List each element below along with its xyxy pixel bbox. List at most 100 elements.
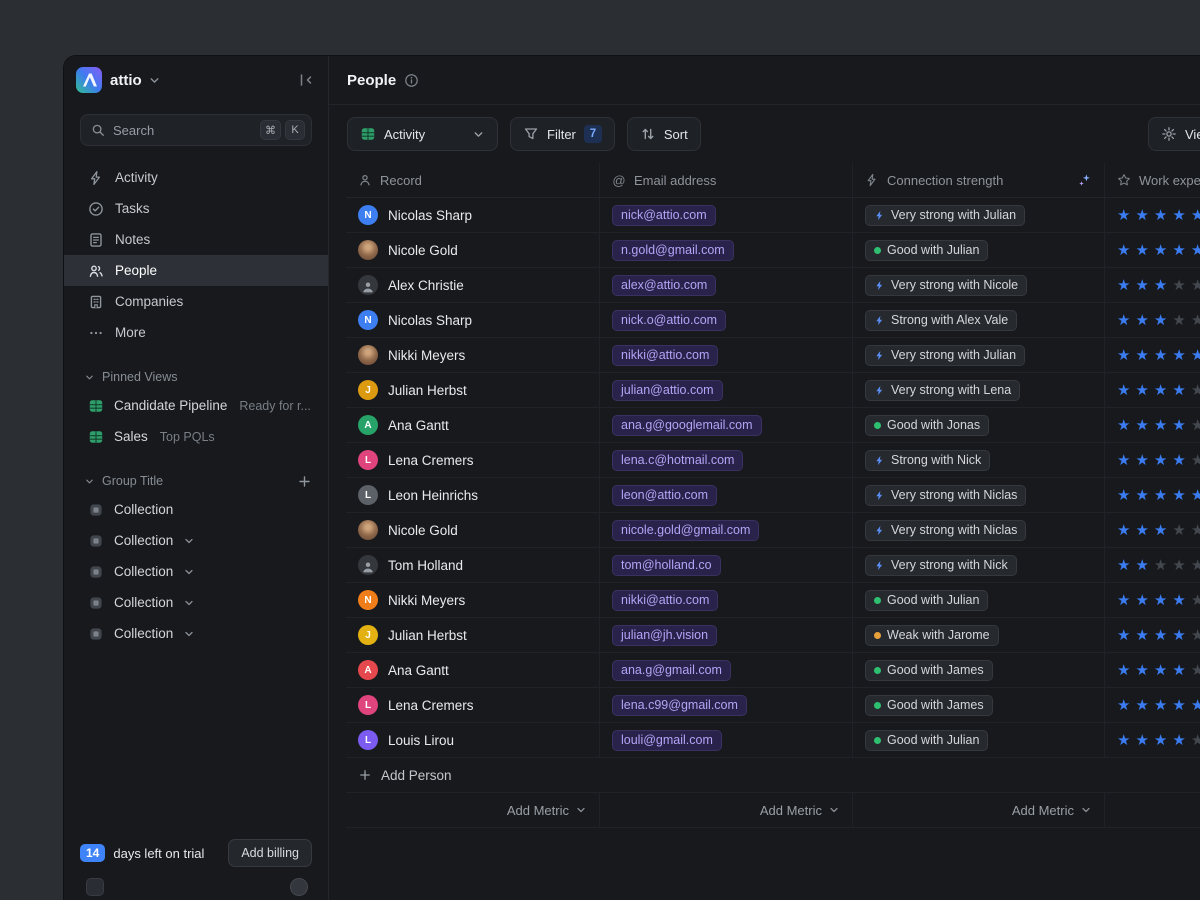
email-cell[interactable]: ana.g@googlemail.com <box>600 408 853 443</box>
email-pill[interactable]: nick@attio.com <box>612 205 716 226</box>
column-header-email[interactable]: @Email address <box>600 163 853 198</box>
connection-pill[interactable]: Good with James <box>865 695 993 716</box>
work-experience-cell[interactable]: ★★★★★ <box>1105 338 1200 373</box>
column-header-connection[interactable]: Connection strength <box>853 163 1105 198</box>
workspace-switcher[interactable]: attio <box>110 72 161 89</box>
sidebar-view-item[interactable]: Collection <box>64 525 328 556</box>
record-cell[interactable]: JJulian Herbst <box>346 618 600 653</box>
email-pill[interactable]: tom@holland.co <box>612 555 721 576</box>
record-cell[interactable]: NNikki Meyers <box>346 583 600 618</box>
sidebar-view-item[interactable]: Collection <box>64 587 328 618</box>
connection-cell[interactable]: Very strong with Julian <box>853 338 1105 373</box>
connection-cell[interactable]: Good with Julian <box>853 723 1105 758</box>
record-cell[interactable]: NNicolas Sharp <box>346 303 600 338</box>
email-pill[interactable]: leon@attio.com <box>612 485 717 506</box>
connection-pill[interactable]: Good with Julian <box>865 240 988 261</box>
email-pill[interactable]: nikki@attio.com <box>612 590 718 611</box>
record-cell[interactable]: LLeon Heinrichs <box>346 478 600 513</box>
add-metric-cell[interactable]: Add Metric <box>346 793 600 828</box>
section-toggle[interactable]: Pinned Views <box>84 370 178 384</box>
chevron-down-icon[interactable] <box>183 597 195 609</box>
connection-pill[interactable]: Very strong with Julian <box>865 345 1025 366</box>
work-experience-cell[interactable]: ★★★★★ <box>1105 583 1200 618</box>
record-cell[interactable]: LLouis Lirou <box>346 723 600 758</box>
work-experience-cell[interactable]: ★★★★★ <box>1105 618 1200 653</box>
sidebar-item-notes[interactable]: Notes <box>64 224 328 255</box>
connection-cell[interactable]: Very strong with Julian <box>853 198 1105 233</box>
connection-cell[interactable]: Very strong with Lena <box>853 373 1105 408</box>
collapse-sidebar-icon[interactable] <box>298 72 314 88</box>
email-pill[interactable]: nick.o@attio.com <box>612 310 726 331</box>
connection-pill[interactable]: Very strong with Niclas <box>865 520 1026 541</box>
record-cell[interactable]: AAna Gantt <box>346 408 600 443</box>
email-pill[interactable]: n.gold@gmail.com <box>612 240 734 261</box>
connection-cell[interactable]: Strong with Nick <box>853 443 1105 478</box>
email-pill[interactable]: alex@attio.com <box>612 275 716 296</box>
add-metric-cell[interactable]: Add Metric <box>600 793 853 828</box>
work-experience-cell[interactable]: ★★★★★ <box>1105 268 1200 303</box>
connection-pill[interactable]: Very strong with Nicole <box>865 275 1027 296</box>
connection-cell[interactable]: Strong with Alex Vale <box>853 303 1105 338</box>
connection-pill[interactable]: Good with Julian <box>865 730 988 751</box>
connection-pill[interactable]: Strong with Nick <box>865 450 990 471</box>
email-cell[interactable]: alex@attio.com <box>600 268 853 303</box>
sidebar-view-item[interactable]: SalesTop PQLs <box>64 421 328 452</box>
record-cell[interactable]: Tom Holland <box>346 548 600 583</box>
sidebar-item-tasks[interactable]: Tasks <box>64 193 328 224</box>
record-cell[interactable]: LLena Cremers <box>346 443 600 478</box>
email-pill[interactable]: lena.c99@gmail.com <box>612 695 747 716</box>
email-pill[interactable]: julian@jh.vision <box>612 625 717 646</box>
email-pill[interactable]: lena.c@hotmail.com <box>612 450 743 471</box>
section-toggle[interactable]: Group Title <box>84 474 163 488</box>
connection-cell[interactable]: Very strong with Niclas <box>853 478 1105 513</box>
email-cell[interactable]: n.gold@gmail.com <box>600 233 853 268</box>
record-cell[interactable]: AAna Gantt <box>346 653 600 688</box>
email-cell[interactable]: julian@jh.vision <box>600 618 853 653</box>
sidebar-view-item[interactable]: Candidate PipelineReady for r... <box>64 390 328 421</box>
connection-cell[interactable]: Good with James <box>853 688 1105 723</box>
view-settings-button[interactable]: View <box>1148 117 1200 151</box>
connection-pill[interactable]: Very strong with Niclas <box>865 485 1026 506</box>
connection-pill[interactable]: Very strong with Julian <box>865 205 1025 226</box>
record-cell[interactable]: JJulian Herbst <box>346 373 600 408</box>
chevron-down-icon[interactable] <box>183 535 195 547</box>
info-icon[interactable] <box>404 73 419 88</box>
connection-cell[interactable]: Weak with Jarome <box>853 618 1105 653</box>
work-experience-cell[interactable]: ★★★★★ <box>1105 198 1200 233</box>
column-header-work-experience[interactable]: Work experience <box>1105 163 1200 198</box>
search-input[interactable]: Search ⌘ K <box>80 114 312 146</box>
email-pill[interactable]: ana.g@googlemail.com <box>612 415 762 436</box>
connection-cell[interactable]: Good with James <box>853 653 1105 688</box>
connection-pill[interactable]: Very strong with Nick <box>865 555 1017 576</box>
work-experience-cell[interactable]: ★★★★★ <box>1105 478 1200 513</box>
email-pill[interactable]: julian@attio.com <box>612 380 723 401</box>
record-cell[interactable]: Nicole Gold <box>346 513 600 548</box>
sort-button[interactable]: Sort <box>627 117 701 151</box>
email-cell[interactable]: lena.c@hotmail.com <box>600 443 853 478</box>
email-cell[interactable]: louli@gmail.com <box>600 723 853 758</box>
email-cell[interactable]: nicole.gold@gmail.com <box>600 513 853 548</box>
view-switcher-dropdown[interactable]: Activity <box>347 117 498 151</box>
record-cell[interactable]: Alex Christie <box>346 268 600 303</box>
section-add-button[interactable] <box>297 474 312 489</box>
work-experience-cell[interactable]: ★★★★★ <box>1105 653 1200 688</box>
email-cell[interactable]: nick.o@attio.com <box>600 303 853 338</box>
work-experience-cell[interactable]: ★★★★★ <box>1105 408 1200 443</box>
connection-cell[interactable]: Good with Julian <box>853 233 1105 268</box>
add-billing-button[interactable]: Add billing <box>228 839 312 867</box>
email-cell[interactable]: nick@attio.com <box>600 198 853 233</box>
email-pill[interactable]: ana.g@gmail.com <box>612 660 731 681</box>
filter-button[interactable]: Filter 7 <box>510 117 615 151</box>
connection-pill[interactable]: Very strong with Lena <box>865 380 1020 401</box>
chevron-down-icon[interactable] <box>183 628 195 640</box>
connection-pill[interactable]: Good with Julian <box>865 590 988 611</box>
connection-cell[interactable]: Very strong with Nicole <box>853 268 1105 303</box>
sidebar-item-people[interactable]: People <box>64 255 328 286</box>
email-cell[interactable]: nikki@attio.com <box>600 583 853 618</box>
connection-pill[interactable]: Weak with Jarome <box>865 625 999 646</box>
email-cell[interactable]: leon@attio.com <box>600 478 853 513</box>
email-pill[interactable]: nikki@attio.com <box>612 345 718 366</box>
sidebar-view-item[interactable]: Collection <box>64 618 328 649</box>
chevron-down-icon[interactable] <box>183 566 195 578</box>
connection-pill[interactable]: Good with Jonas <box>865 415 989 436</box>
